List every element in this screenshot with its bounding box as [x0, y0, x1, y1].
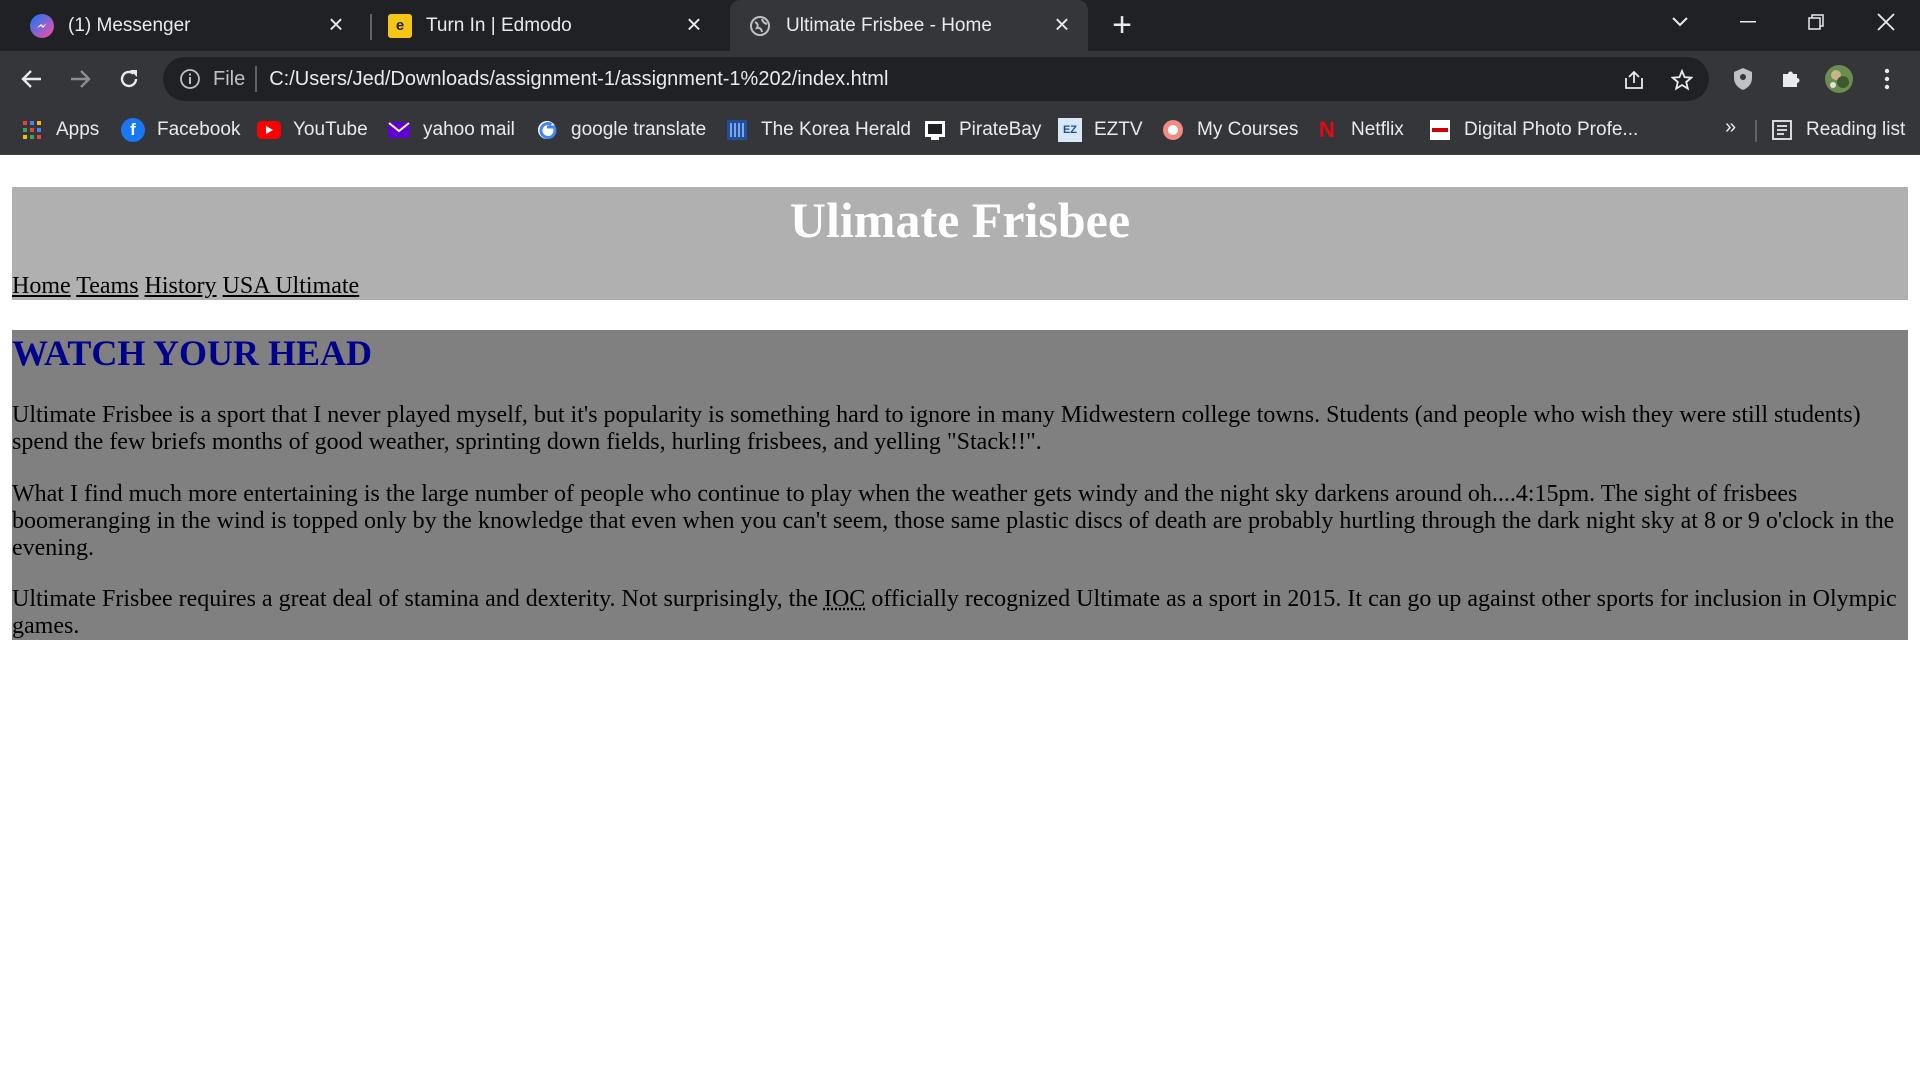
close-icon[interactable]: ×: [682, 11, 706, 37]
canon-icon: [1428, 118, 1452, 142]
profile-avatar[interactable]: [1820, 60, 1858, 98]
youtube-icon: [257, 118, 281, 142]
page-viewport: Ulimate Frisbee Home Teams History USA U…: [0, 155, 1920, 1080]
extensions-puzzle-icon[interactable]: [1772, 60, 1810, 98]
address-divider: [255, 66, 258, 92]
paragraph-3-text: Ultimate Frisbee requires a great deal o…: [12, 586, 824, 612]
bookmark-label: YouTube: [293, 119, 368, 140]
reload-icon[interactable]: [110, 60, 148, 98]
bookmarks-separator: [1755, 120, 1757, 142]
bookmark-star-icon[interactable]: [1669, 67, 1695, 93]
address-scheme: File: [213, 67, 246, 90]
nav-link-home[interactable]: Home: [12, 273, 71, 299]
tab-search-icon[interactable]: [1652, 0, 1708, 44]
bookmark-youtube[interactable]: YouTube: [257, 116, 368, 144]
close-icon[interactable]: ×: [324, 11, 348, 37]
share-icon[interactable]: [1621, 67, 1647, 93]
tab-title: Turn In | Edmodo: [426, 14, 572, 36]
nav-link-history[interactable]: History: [145, 273, 217, 299]
ioc-abbreviation: IOC: [823, 586, 866, 612]
paragraph-3: Ultimate Frisbee requires a great deal o…: [12, 586, 1902, 640]
korea-herald-icon: [725, 118, 749, 142]
netflix-icon: N: [1319, 117, 1335, 142]
bookmark-label: PirateBay: [959, 119, 1042, 140]
address-url[interactable]: C:/Users/Jed/Downloads/assignment-1/assi…: [269, 68, 888, 91]
tab-messenger[interactable]: (1) Messenger ×: [0, 0, 362, 51]
globe-icon: [748, 14, 772, 38]
bookmark-apps[interactable]: Apps: [20, 116, 99, 144]
bookmark-label: Facebook: [157, 119, 241, 140]
tab-edmodo[interactable]: e Turn In | Edmodo ×: [360, 0, 720, 51]
restore-icon[interactable]: [1788, 0, 1844, 44]
yahoo-mail-icon: [387, 118, 411, 142]
section-heading: WATCH YOUR HEAD: [12, 333, 373, 373]
reading-list-button[interactable]: Reading list: [1770, 116, 1905, 144]
apps-grid-icon: [20, 118, 44, 142]
bookmark-digital-photo[interactable]: Digital Photo Profe...: [1428, 116, 1638, 144]
tab-title: (1) Messenger: [68, 14, 191, 36]
bookmark-label: My Courses: [1197, 119, 1299, 140]
info-icon[interactable]: [179, 68, 201, 90]
my-courses-icon: [1161, 118, 1185, 142]
messenger-icon: [30, 13, 54, 38]
bookmark-google-translate[interactable]: google translate: [535, 116, 706, 144]
site-header: Ulimate Frisbee Home Teams History USA U…: [12, 187, 1908, 300]
bookmark-netflix[interactable]: N Netflix: [1315, 116, 1404, 144]
bookmark-eztv[interactable]: EZ EZTV: [1058, 116, 1143, 144]
main-content: WATCH YOUR HEAD Ultimate Frisbee is a sp…: [12, 330, 1908, 640]
back-arrow-icon[interactable]: [13, 60, 51, 98]
menu-kebab-icon[interactable]: [1868, 60, 1906, 98]
piratebay-icon: [923, 118, 947, 142]
reading-list-icon: [1770, 118, 1794, 142]
close-window-icon[interactable]: [1858, 0, 1914, 44]
browser-toolbar: File C:/Users/Jed/Downloads/assignment-1…: [0, 51, 1920, 106]
page-title: Ulimate Frisbee: [789, 192, 1131, 248]
bookmark-piratebay[interactable]: PirateBay: [923, 116, 1041, 144]
tab-strip: (1) Messenger × e Turn In | Edmodo × Ult…: [0, 0, 1920, 51]
bookmarks-overflow-icon[interactable]: »: [1725, 116, 1736, 139]
facebook-icon: f: [121, 118, 145, 142]
close-icon[interactable]: ×: [1050, 11, 1074, 37]
nav-link-usa-ultimate[interactable]: USA Ultimate: [223, 273, 360, 299]
bookmark-yahoo-mail[interactable]: yahoo mail: [387, 116, 515, 144]
site-nav: Home Teams History USA Ultimate: [12, 273, 359, 300]
address-bar[interactable]: File C:/Users/Jed/Downloads/assignment-1…: [163, 57, 1709, 101]
nav-link-teams[interactable]: Teams: [76, 273, 138, 299]
reading-list-label: Reading list: [1806, 119, 1906, 140]
bookmark-facebook[interactable]: f Facebook: [121, 116, 240, 144]
bookmarks-bar: Apps f Facebook YouTube yahoo mail googl…: [0, 106, 1920, 155]
new-tab-icon[interactable]: +: [1106, 8, 1138, 42]
tab-title: Ultimate Frisbee - Home: [786, 14, 992, 36]
google-icon: [535, 118, 559, 142]
bookmark-label: google translate: [571, 119, 707, 140]
bookmark-label: Netflix: [1351, 119, 1404, 140]
bookmark-korea-herald[interactable]: The Korea Herald: [725, 116, 911, 144]
eztv-icon: EZ: [1058, 118, 1082, 142]
bookmark-label: EZTV: [1094, 119, 1143, 140]
minimize-icon[interactable]: [1720, 0, 1776, 44]
bookmark-label: The Korea Herald: [761, 119, 911, 140]
paragraph-2: What I find much more entertaining is th…: [12, 481, 1895, 561]
shield-extension-icon[interactable]: [1724, 60, 1762, 98]
bookmark-label: Apps: [56, 119, 100, 140]
bookmark-my-courses[interactable]: My Courses: [1161, 116, 1298, 144]
forward-arrow-icon[interactable]: [61, 60, 99, 98]
bookmark-label: Digital Photo Profe...: [1464, 119, 1639, 140]
paragraph-1: Ultimate Frisbee is a sport that I never…: [12, 402, 1861, 455]
tab-ultimate-frisbee[interactable]: Ultimate Frisbee - Home ×: [730, 0, 1088, 51]
bookmark-label: yahoo mail: [423, 119, 515, 140]
edmodo-icon: e: [388, 13, 412, 38]
